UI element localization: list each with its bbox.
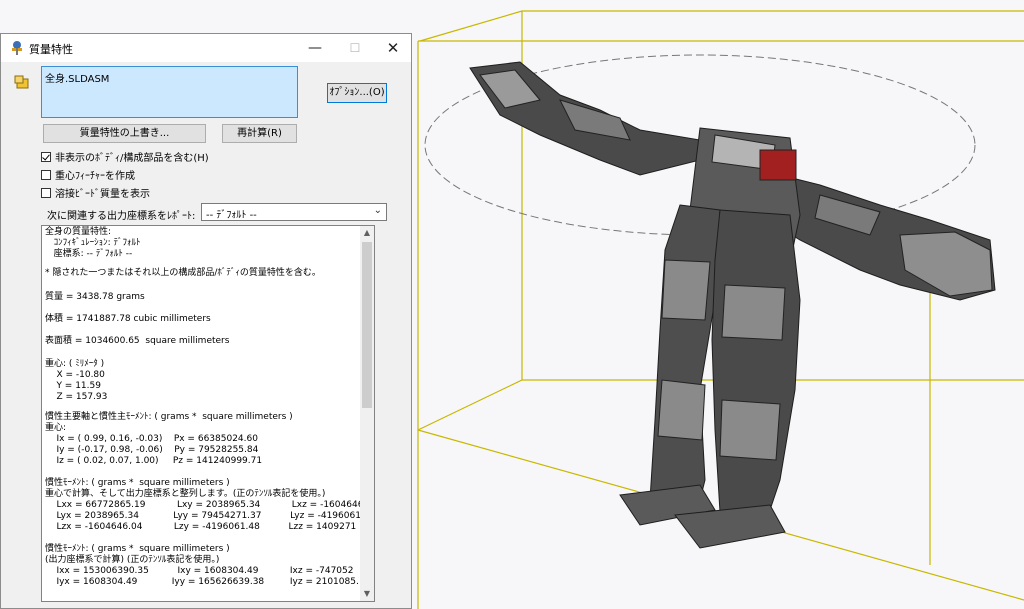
selected-items-list[interactable]: 全身.SLDASM [41,66,298,118]
results-line: Y = 11.59 [45,381,101,391]
results-line: 重心: [45,423,67,433]
report-coordinate-label: 次に関連する出力座標系をﾚﾎﾟｰﾄ: [47,211,196,222]
results-line: Z = 157.93 [45,392,108,402]
scroll-down-icon[interactable]: ▼ [360,587,374,601]
selected-item[interactable]: 全身.SLDASM [45,70,109,85]
coordinate-system-select[interactable]: -- ﾃﾞﾌｫﾙﾄ -- ⌄ [201,203,387,221]
dropdown-arrow-icon[interactable]: ⌄ [374,205,382,216]
show-weld-label: 溶接ﾋﾞｰﾄﾞ質量を表示 [55,189,150,200]
results-line: 座標系: -- ﾃﾞﾌｫﾙﾄ -- [45,249,133,259]
results-line: Ixx = 153006390.35 Ixy = 1608304.49 Ixz … [45,566,354,576]
results-line: 慣性主要軸と慣性主ﾓｰﾒﾝﾄ: ( grams * square millime… [45,412,293,422]
results-line: 全身の質量特性: [45,227,112,237]
results-line: 慣性ﾓｰﾒﾝﾄ: ( grams * square millimeters ) [45,544,230,554]
results-line: Lyx = 2038965.34 Lyy = 79454271.37 Lyz =… [45,511,361,521]
results-line: 表面積 = 1034600.65 square millimeters [45,336,230,346]
results-line: 慣性ﾓｰﾒﾝﾄ: ( grams * square millimeters ) [45,478,230,488]
options-button[interactable]: ｵﾌﾟｼｮﾝ...(O) [327,83,387,103]
coordinate-system-value: -- ﾃﾞﾌｫﾙﾄ -- [206,210,257,221]
override-mass-properties-button[interactable]: 質量特性の上書き... [43,124,206,143]
close-button[interactable]: ✕ [375,34,411,62]
checkbox-checked[interactable] [41,151,51,162]
results-line: Ix = ( 0.99, 0.16, -0.03) Px = 66385024.… [45,434,258,444]
dialog-title: 質量特性 [29,43,73,56]
results-line: 体積 = 1741887.78 cubic millimeters [45,314,211,324]
results-line: X = -10.80 [45,370,105,380]
results-line: Iy = (-0.17, 0.98, -0.06) Py = 79528255.… [45,445,259,455]
results-line: Lxx = 66772865.19 Lxy = 2038965.34 Lxz =… [45,500,361,510]
checkbox-unchecked[interactable] [41,187,51,198]
assembly-icon [14,75,29,89]
results-line: Iz = ( 0.02, 0.07, 1.00) Pz = 141240999.… [45,456,263,466]
scroll-thumb[interactable] [362,242,372,408]
maximize-button[interactable]: ☐ [337,34,373,62]
create-cog-label: 重心ﾌｨｰﾁｬｰを作成 [55,171,135,182]
include-hidden-label: 非表示のﾎﾞﾃﾞｨ/構成部品を含む(H) [55,153,209,164]
results-content: 全身の質量特性: ｺﾝﾌｨｷﾞｭﾚｰｼｮﾝ: ﾃﾞﾌｫﾙﾄ 座標系: -- ﾃﾞ… [45,226,361,601]
results-textbox[interactable]: 全身の質量特性: ｺﾝﾌｨｷﾞｭﾚｰｼｮﾝ: ﾃﾞﾌｫﾙﾄ 座標系: -- ﾃﾞ… [41,225,375,602]
results-line: 重心: ( ﾐﾘﾒｰﾀ ) [45,359,105,369]
vertical-scrollbar[interactable]: ▲ ▼ [360,226,374,601]
show-weld-checkbox[interactable]: 溶接ﾋﾞｰﾄﾞ質量を表示 [41,185,150,200]
results-line: 質量 = 3438.78 grams [45,292,145,302]
dialog-titlebar[interactable]: 質量特性 — ☐ ✕ [1,34,411,62]
results-line: ｺﾝﾌｨｷﾞｭﾚｰｼｮﾝ: ﾃﾞﾌｫﾙﾄ [45,238,141,248]
recalculate-button[interactable]: 再計算(R) [222,124,297,143]
horizontal-scrollbar[interactable] [41,602,375,607]
include-hidden-checkbox[interactable]: 非表示のﾎﾞﾃﾞｨ/構成部品を含む(H) [41,149,209,164]
results-line: * 隠された一つまたはそれ以上の構成部品/ﾎﾞﾃﾞｨの質量特性を含む。 [45,268,321,278]
robot-model [469,61,996,549]
results-line: Lzx = -1604646.04 Lzy = -4196061.48 Lzz … [45,522,357,532]
checkbox-unchecked[interactable] [41,169,51,180]
app-icon [12,41,22,55]
results-line: 重心で計算、そして出力座標系と整列します。(正のﾃﾝｿﾙ表記を使用。) [45,489,326,499]
results-line: Iyx = 1608304.49 Iyy = 165626639.38 Iyz … [45,577,359,587]
create-cog-checkbox[interactable]: 重心ﾌｨｰﾁｬｰを作成 [41,167,135,182]
mass-properties-dialog[interactable]: 質量特性 — ☐ ✕ 全身.SLDASM ｵﾌﾟｼｮﾝ...(O) 質量特性の上… [0,33,412,609]
results-line: (出力座標系で計算) (正のﾃﾝｿﾙ表記を使用。) [45,555,220,565]
scroll-up-icon[interactable]: ▲ [360,226,374,240]
minimize-button[interactable]: — [297,34,333,62]
